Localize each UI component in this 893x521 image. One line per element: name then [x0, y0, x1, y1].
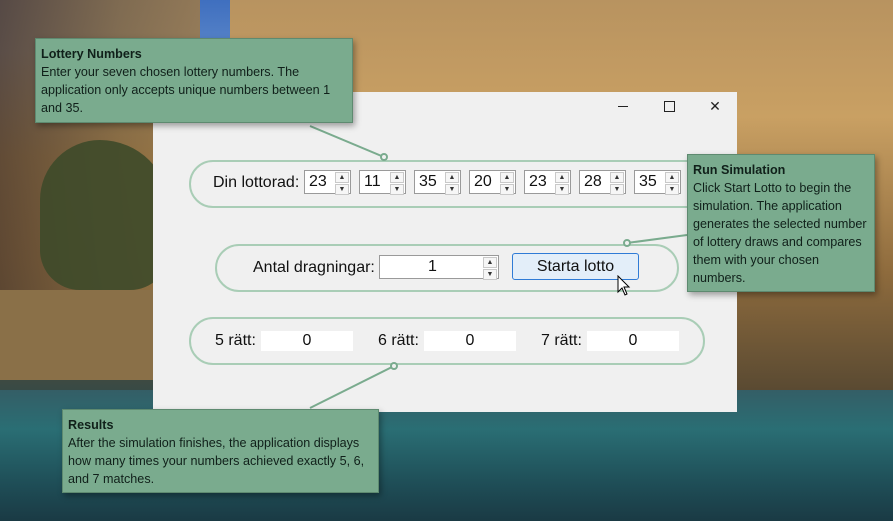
number-value: 35 — [419, 173, 437, 190]
spin-down-icon[interactable]: ▼ — [483, 269, 497, 280]
number-value: 35 — [639, 173, 657, 190]
mouse-cursor-icon — [617, 275, 631, 296]
number-value: 23 — [309, 173, 327, 190]
lottery-row-label: Din lottorad: — [213, 174, 300, 191]
spin-up-icon[interactable]: ▲ — [445, 172, 459, 183]
number-value: 20 — [474, 173, 492, 190]
spin-down-icon[interactable]: ▼ — [610, 184, 624, 195]
callout-text: Click Start Lotto to begin the simulatio… — [693, 181, 867, 285]
five-correct-value: 0 — [261, 331, 353, 351]
callout-title: Lottery Numbers — [41, 47, 142, 61]
spin-up-icon[interactable]: ▲ — [500, 172, 514, 183]
callout-text: After the simulation finishes, the appli… — [68, 436, 365, 486]
background-wall — [0, 290, 160, 380]
seven-correct-label: 7 rätt: — [541, 332, 582, 349]
maximize-icon[interactable] — [646, 92, 692, 120]
background-tree — [40, 140, 170, 290]
draws-label: Antal dragningar: — [253, 259, 375, 276]
spin-up-icon[interactable]: ▲ — [335, 172, 349, 183]
spin-up-icon[interactable]: ▲ — [483, 257, 497, 268]
spin-down-icon[interactable]: ▼ — [390, 184, 404, 195]
draws-value: 1 — [428, 258, 437, 275]
six-correct-value: 0 — [424, 331, 516, 351]
number-spinner-1[interactable]: 23 ▲ ▼ — [304, 170, 351, 195]
six-correct-label: 6 rätt: — [378, 332, 419, 349]
number-spinner-6[interactable]: 28 ▲ ▼ — [579, 170, 626, 195]
lottery-numbers-callout: Lottery Numbers Enter your seven chosen … — [35, 38, 353, 123]
minimize-icon[interactable] — [600, 92, 646, 120]
number-spinner-3[interactable]: 35 ▲ ▼ — [414, 170, 461, 195]
number-spinner-4[interactable]: 20 ▲ ▼ — [469, 170, 516, 195]
spin-down-icon[interactable]: ▼ — [335, 184, 349, 195]
seven-correct-value: 0 — [587, 331, 679, 351]
number-spinner-7[interactable]: 35 ▲ ▼ — [634, 170, 681, 195]
number-spinner-2[interactable]: 11 ▲ ▼ — [359, 170, 406, 195]
app-window: ✕ Din lottorad: 23 ▲ ▼ 11 ▲ ▼ 35 ▲ ▼ 20 ▲ ▼ … — [153, 92, 773, 412]
spin-down-icon[interactable]: ▼ — [445, 184, 459, 195]
spin-up-icon[interactable]: ▲ — [610, 172, 624, 183]
callout-text: Enter your seven chosen lottery numbers.… — [41, 65, 331, 115]
callout-title: Run Simulation — [693, 163, 786, 177]
run-simulation-callout: Run Simulation Click Start Lotto to begi… — [687, 154, 875, 292]
spin-down-icon[interactable]: ▼ — [555, 184, 569, 195]
callout-title: Results — [68, 418, 114, 432]
spin-up-icon[interactable]: ▲ — [555, 172, 569, 183]
number-value: 28 — [584, 173, 602, 190]
draws-spinner[interactable]: 1 ▲ ▼ — [379, 255, 499, 280]
spin-down-icon[interactable]: ▼ — [665, 184, 679, 195]
spin-up-icon[interactable]: ▲ — [390, 172, 404, 183]
five-correct-label: 5 rätt: — [215, 332, 256, 349]
results-callout: Results After the simulation finishes, t… — [62, 409, 379, 493]
spin-up-icon[interactable]: ▲ — [665, 172, 679, 183]
number-value: 23 — [529, 173, 547, 190]
number-spinner-5[interactable]: 23 ▲ ▼ — [524, 170, 571, 195]
number-value: 11 — [364, 173, 381, 190]
close-icon[interactable]: ✕ — [692, 92, 738, 120]
spin-down-icon[interactable]: ▼ — [500, 184, 514, 195]
